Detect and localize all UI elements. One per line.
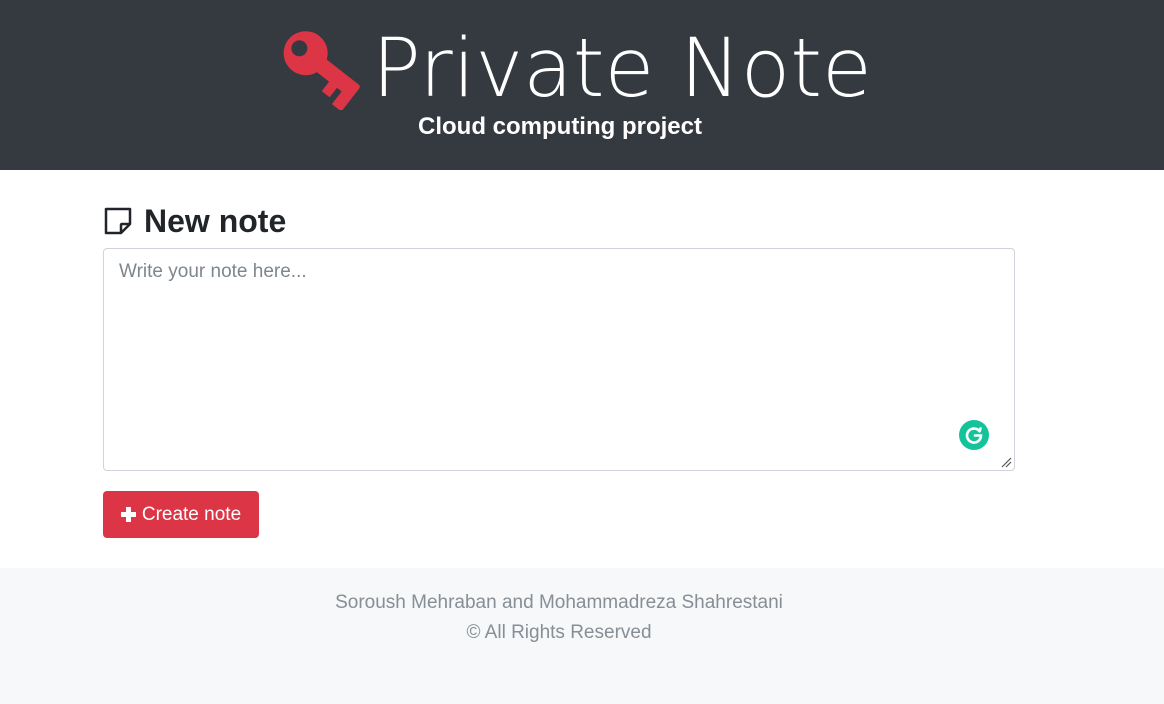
note-input[interactable] <box>103 248 1015 471</box>
footer-authors: Soroush Mehraban and Mohammadreza Shahre… <box>335 592 783 613</box>
page-footer: Soroush Mehraban and Mohammadreza Shahre… <box>0 568 1164 704</box>
new-note-heading: New note <box>103 201 286 241</box>
create-note-button[interactable]: Create note <box>103 491 259 538</box>
resize-handle[interactable] <box>1000 456 1012 468</box>
grammarly-icon[interactable] <box>959 420 989 450</box>
page-header: Private Note Cloud computing project <box>0 0 1164 170</box>
create-note-label: Create note <box>141 503 242 525</box>
key-icon <box>283 31 360 110</box>
new-note-heading-text: New note <box>144 202 287 239</box>
footer-copyright: © All Rights Reserved <box>466 622 652 643</box>
app-title: Private Note <box>372 22 872 116</box>
plus-icon <box>120 507 136 522</box>
sticky-note-icon <box>104 207 132 235</box>
app-subtitle: Cloud computing project <box>418 113 702 140</box>
